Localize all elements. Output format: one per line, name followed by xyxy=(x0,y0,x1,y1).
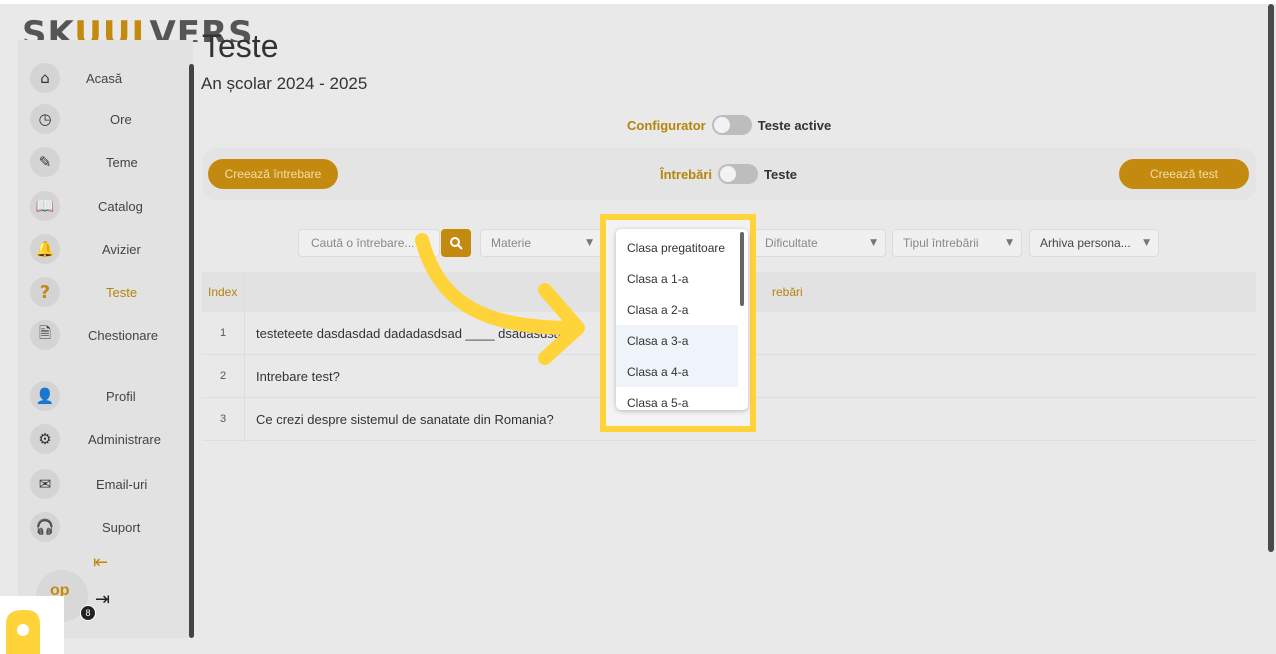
sidebar-item-label: Profil xyxy=(106,388,136,404)
pencil-icon: ✎ xyxy=(30,147,60,177)
column-header-index: Index xyxy=(208,285,238,299)
questions-label: Întrebări xyxy=(660,166,713,182)
clock-icon: ◷ xyxy=(30,104,60,134)
profile-icon: 👤 xyxy=(30,381,60,411)
grade-option[interactable]: Clasa a 5-a xyxy=(616,387,738,410)
home-icon: ⌂ xyxy=(30,63,60,93)
column-header-question: rebări xyxy=(772,285,803,299)
page-title: Teste xyxy=(202,28,279,64)
sidebar-item-label: Avizier xyxy=(102,241,141,257)
top-edge xyxy=(0,0,1276,4)
sidebar-item-profil[interactable]: 👤 Profil xyxy=(30,381,136,411)
logout-icon[interactable]: ⇥ xyxy=(95,589,110,610)
grade-option[interactable]: Clasa pregatitoare xyxy=(616,232,738,263)
envelope-icon: ✉ xyxy=(30,469,60,499)
sidebar-item-email-uri[interactable]: ✉ Email-uri xyxy=(30,469,147,499)
create-question-button[interactable]: Creează întrebare xyxy=(208,159,338,189)
sidebar-item-label: Catalog xyxy=(98,198,143,214)
question-icon: ? xyxy=(30,277,60,307)
corner-brand-icon xyxy=(0,596,64,654)
sidebar-item-teme[interactable]: ✎ Teme xyxy=(30,147,138,177)
sidebar-item-teste[interactable]: ? Teste xyxy=(30,277,137,307)
row-question: Intrebare test? xyxy=(256,369,340,384)
grade-option[interactable]: Clasa a 4-a xyxy=(616,356,738,387)
sidebar-item-label: Email-uri xyxy=(96,476,148,492)
sidebar-item-label: Teme xyxy=(106,154,138,170)
question-type-select-value: Tipul întrebării xyxy=(903,236,979,250)
grade-option[interactable]: Clasa a 3-a xyxy=(616,325,738,356)
archive-select-value: Arhiva persona... xyxy=(1040,236,1131,250)
grade-dropdown-menu[interactable]: Clasa pregatitoare Clasa a 1-a Clasa a 2… xyxy=(616,229,748,410)
active-tests-label: Teste active xyxy=(757,117,832,133)
column-divider xyxy=(244,272,245,442)
row-index: 3 xyxy=(220,413,227,425)
notification-badge: 8 xyxy=(80,605,96,621)
chevron-down-icon: ▼ xyxy=(870,238,877,248)
sidebar-item-label: Ore xyxy=(110,111,132,127)
create-test-button[interactable]: Creează test xyxy=(1119,159,1249,189)
sidebar-item-ore[interactable]: ◷ Ore xyxy=(30,104,132,134)
sidebar-item-catalog[interactable]: 📖 Catalog xyxy=(30,191,143,221)
sidebar-item-label: Teste xyxy=(106,284,138,300)
gears-icon: ⚙ xyxy=(30,424,60,454)
grade-option[interactable]: Clasa a 2-a xyxy=(616,294,738,325)
chevron-down-icon: ▼ xyxy=(1143,238,1150,248)
collapse-sidebar-icon[interactable]: ⇤ xyxy=(93,552,108,573)
difficulty-select-value: Dificultate xyxy=(765,236,818,250)
sidebar-item-label: Suport xyxy=(102,519,141,535)
sidebar-item-chestionare[interactable]: 🗎 Chestionare xyxy=(30,320,158,350)
sidebar-item-label: Acasă xyxy=(86,70,123,86)
tutorial-arrow-icon xyxy=(415,233,585,365)
headset-icon: 🎧 xyxy=(30,512,60,542)
archive-select[interactable]: Arhiva persona... ▼ xyxy=(1029,229,1159,257)
view-toggle-switch[interactable] xyxy=(718,164,759,184)
grade-option[interactable]: Clasa a 1-a xyxy=(616,263,738,294)
row-index: 1 xyxy=(220,327,227,339)
document-icon: 🗎 xyxy=(30,320,60,350)
chevron-down-icon: ▼ xyxy=(1006,238,1013,248)
configurator-label: Configurator xyxy=(627,117,706,133)
dropdown-scrollbar[interactable] xyxy=(740,232,744,306)
row-index: 2 xyxy=(220,370,227,382)
page-subtitle: An școlar 2024 - 2025 xyxy=(201,74,368,93)
page-scrollbar[interactable] xyxy=(1268,4,1274,552)
sidebar-item-avizier[interactable]: 🔔 Avizier xyxy=(30,234,141,264)
difficulty-select[interactable]: Dificultate ▼ xyxy=(752,229,886,257)
book-icon: 📖 xyxy=(30,191,60,221)
row-question: Ce crezi despre sistemul de sanatate din… xyxy=(256,412,554,427)
mode-toggle-row: Configurator Teste active xyxy=(627,115,831,135)
question-type-select[interactable]: Tipul întrebării ▼ xyxy=(892,229,1022,257)
tests-label: Teste xyxy=(764,166,798,182)
sidebar-item-acasa[interactable]: ⌂ Acasă xyxy=(30,63,122,93)
view-toggle-row: Întrebări Teste xyxy=(660,164,797,184)
sidebar-item-label: Chestionare xyxy=(88,327,159,343)
sidebar-scrollbar[interactable] xyxy=(189,64,194,638)
mode-toggle-switch[interactable] xyxy=(711,115,752,135)
bell-icon: 🔔 xyxy=(30,234,60,264)
sidebar-item-suport[interactable]: 🎧 Suport xyxy=(30,512,140,542)
sidebar-item-label: Administrare xyxy=(88,431,161,447)
sidebar-item-administrare[interactable]: ⚙ Administrare xyxy=(30,424,161,454)
